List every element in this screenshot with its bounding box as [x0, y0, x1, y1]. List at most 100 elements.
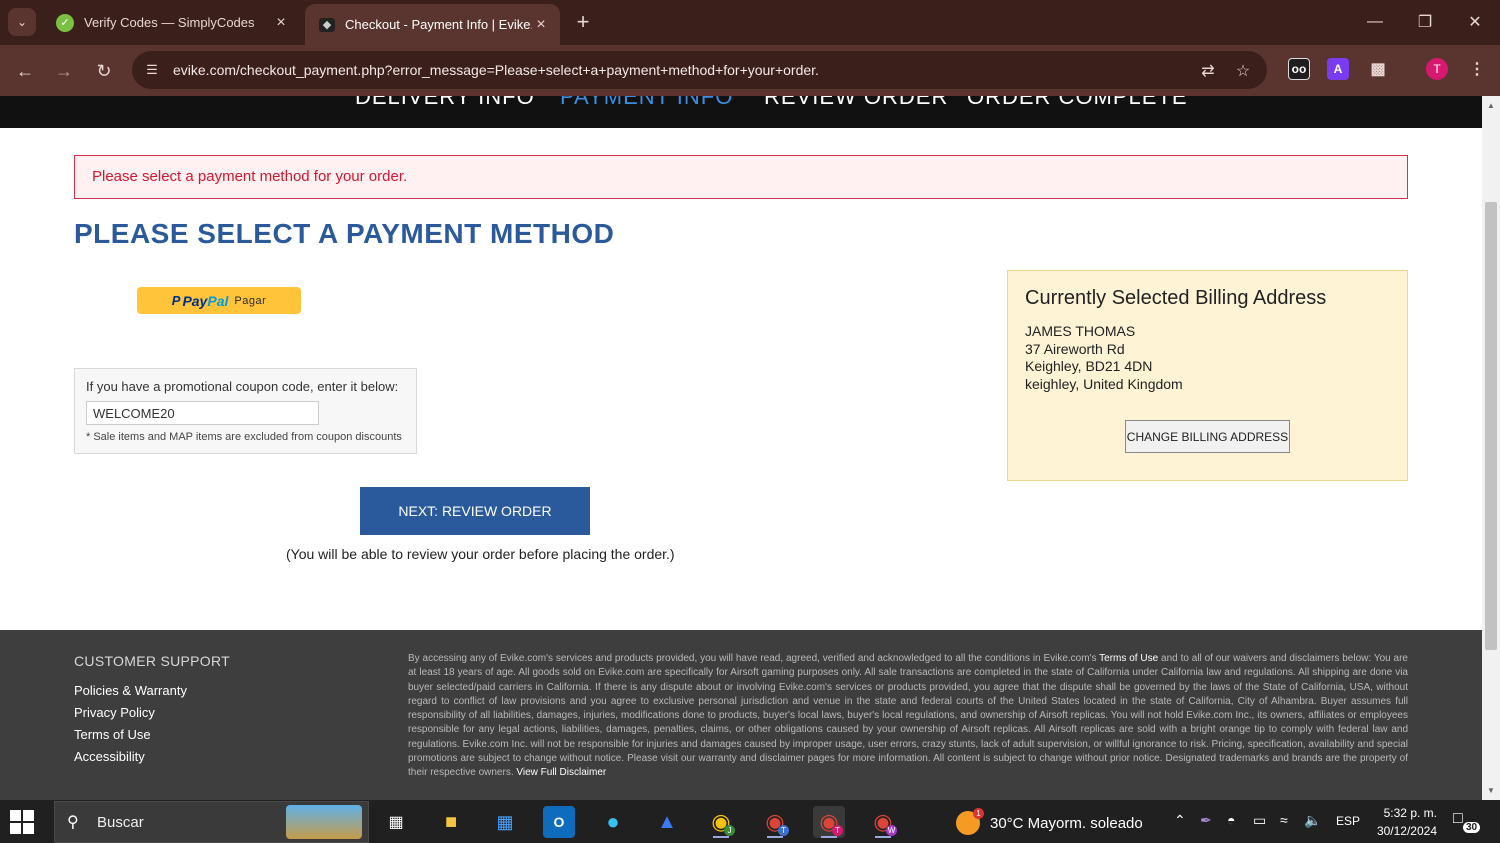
back-arrow-icon[interactable]: ←: [10, 56, 40, 86]
minimize-icon[interactable]: —: [1360, 8, 1390, 36]
outlook-icon[interactable]: O: [543, 806, 575, 838]
scroll-thumb[interactable]: [1485, 202, 1497, 650]
chrome-profile-icon[interactable]: ◉ T: [759, 806, 791, 838]
billing-address-lines: JAMES THOMAS 37 Aireworth Rd Keighley, B…: [1025, 323, 1183, 393]
close-tab-icon[interactable]: ×: [532, 16, 550, 34]
browser-tab-bar: ⌄ ✓ Verify Codes — SimplyCodes × ◆ Check…: [0, 0, 1500, 45]
clock-time: 5:32 p. m.: [1383, 806, 1437, 820]
edge-browser-icon[interactable]: ●: [597, 806, 629, 838]
chrome-profile-icon-active[interactable]: ◉ T: [813, 806, 845, 838]
footer-link-accessibility[interactable]: Accessibility: [74, 746, 187, 768]
disclaimer-terms-link[interactable]: Terms of Use: [1099, 653, 1158, 664]
simplycodes-favicon-icon: ✓: [56, 13, 74, 32]
footer-heading: CUSTOMER SUPPORT: [74, 653, 230, 669]
address-bar[interactable]: ☰ evike.com/checkout_payment.php?error_m…: [132, 51, 1267, 89]
checkout-page: DELIVERY INFO PAYMENT INFO REVIEW ORDER …: [0, 96, 1482, 800]
profile-avatar[interactable]: T: [1426, 58, 1448, 80]
error-message-box: Please select a payment method for your …: [74, 155, 1408, 199]
evike-favicon-icon: ◆: [319, 17, 335, 32]
windows-start-icon[interactable]: [10, 810, 34, 834]
clock-date: 30/12/2024: [1376, 824, 1437, 838]
step-order-complete: ORDER COMPLETE: [967, 96, 1188, 109]
coupon-input[interactable]: [86, 401, 319, 425]
battery-icon[interactable]: ▭: [1253, 812, 1266, 829]
pen-icon[interactable]: ✒: [1200, 812, 1212, 829]
review-note: (You will be able to review your order b…: [286, 546, 675, 562]
billing-name: JAMES THOMAS: [1025, 323, 1136, 339]
browser-tab-simplycodes[interactable]: ✓ Verify Codes — SimplyCodes ×: [42, 4, 300, 41]
menu-kebab-icon[interactable]: ⋮: [1466, 58, 1488, 80]
task-view-icon[interactable]: ▦: [380, 806, 412, 838]
step-review-order: REVIEW ORDER: [764, 96, 949, 109]
show-hidden-icons-chevron-icon[interactable]: ⌃: [1174, 812, 1186, 829]
notifications-icon[interactable]: □: [1453, 810, 1463, 828]
file-explorer-icon[interactable]: ■: [435, 806, 467, 838]
tab-title: Checkout - Payment Info | Evike.com: [345, 17, 532, 32]
taskbar-clock[interactable]: 5:32 p. m. 30/12/2024: [1370, 804, 1437, 840]
footer-link-policies[interactable]: Policies & Warranty: [74, 680, 187, 702]
footer-link-terms[interactable]: Terms of Use: [74, 724, 187, 746]
paypal-logo-icon: P: [171, 293, 181, 308]
taskbar-search-text: Buscar: [97, 814, 144, 831]
weather-widget[interactable]: 1 30°C Mayorm. soleado: [956, 808, 1143, 835]
chrome-profile-icon[interactable]: ◉ W: [867, 806, 899, 838]
step-payment-info: PAYMENT INFO: [560, 96, 734, 109]
reload-icon[interactable]: ↻: [89, 56, 119, 86]
restore-window-icon[interactable]: ❐: [1410, 8, 1440, 36]
scroll-up-icon[interactable]: ▲: [1485, 99, 1497, 111]
billing-address-box: Currently Selected Billing Address JAMES…: [1007, 270, 1408, 481]
wifi-icon[interactable]: ≈: [1280, 812, 1288, 828]
extensions-puzzle-icon[interactable]: ▩: [1367, 58, 1389, 80]
paypal-button[interactable]: P PayPal Pagar: [137, 287, 301, 314]
paypal-button-label: Pagar: [234, 294, 267, 307]
forward-arrow-icon[interactable]: →: [49, 56, 79, 86]
paypal-brand: PayPal: [182, 292, 229, 309]
browser-toolbar: ← → ↻ ☰ evike.com/checkout_payment.php?e…: [0, 45, 1500, 96]
error-message: Please select a payment method for your …: [92, 168, 408, 185]
notification-count-badge: 30: [1463, 822, 1481, 833]
next-review-order-button[interactable]: NEXT: REVIEW ORDER: [360, 487, 590, 535]
new-tab-plus-icon[interactable]: +: [570, 9, 596, 35]
windows-taskbar: ⚲ Buscar ▦ ■ ▦ O ● ▲ ◉ J ◉ T ◉ T ◉ W 1 30°C …: [0, 800, 1500, 843]
url-text[interactable]: evike.com/checkout_payment.php?error_mes…: [173, 62, 819, 78]
translate-icon[interactable]: ⇄: [1197, 60, 1219, 82]
site-footer: CUSTOMER SUPPORT Policies & Warranty Pri…: [0, 630, 1482, 800]
coupon-note: * Sale items and MAP items are excluded …: [86, 431, 402, 443]
billing-street: 37 Aireworth Rd: [1025, 340, 1125, 357]
app-arc-icon[interactable]: ▲: [651, 806, 683, 838]
footer-links: Policies & Warranty Privacy Policy Terms…: [74, 680, 187, 768]
chevron-down-icon: ⌄: [16, 15, 28, 29]
page-title: PLEASE SELECT A PAYMENT METHOD: [74, 218, 615, 249]
input-language[interactable]: ESP: [1336, 814, 1360, 828]
weather-sun-icon: 1: [956, 808, 984, 835]
coupon-box: If you have a promotional coupon code, e…: [74, 368, 417, 454]
step-delivery-info: DELIVERY INFO: [355, 96, 535, 109]
page-scrollbar[interactable]: ▲ ▼: [1482, 96, 1500, 800]
bookmark-star-icon[interactable]: ☆: [1232, 60, 1254, 82]
change-billing-address-button[interactable]: CHANGE BILLING ADDRESS: [1125, 420, 1290, 453]
browser-tab-evike[interactable]: ◆ Checkout - Payment Info | Evike.com ×: [305, 4, 560, 45]
scroll-down-icon[interactable]: ▼: [1485, 784, 1497, 796]
extension-oo-icon[interactable]: oo: [1288, 58, 1310, 80]
meet-now-icon[interactable]: ◓: [1227, 812, 1235, 828]
volume-icon[interactable]: 🔈: [1304, 812, 1321, 829]
footer-link-privacy[interactable]: Privacy Policy: [74, 702, 187, 724]
chrome-profile-icon[interactable]: ◉ J: [705, 806, 737, 838]
tab-search-button[interactable]: ⌄: [8, 8, 36, 36]
billing-country: keighley, United Kingdom: [1025, 375, 1183, 392]
coupon-label: If you have a promotional coupon code, e…: [86, 379, 399, 394]
close-window-icon[interactable]: ✕: [1460, 8, 1490, 36]
close-tab-icon[interactable]: ×: [272, 14, 290, 32]
billing-city: Keighley, BD21 4DN: [1025, 358, 1153, 375]
footer-disclaimer: By accessing any of Evike.com's services…: [408, 653, 1408, 779]
checkout-steps-bar: DELIVERY INFO PAYMENT INFO REVIEW ORDER …: [0, 96, 1482, 128]
taskbar-search-box[interactable]: ⚲ Buscar: [54, 801, 369, 843]
microsoft-store-icon[interactable]: ▦: [489, 806, 521, 838]
billing-title: Currently Selected Billing Address: [1025, 287, 1327, 309]
site-settings-icon[interactable]: ☰: [142, 60, 162, 80]
extension-a-icon[interactable]: A: [1327, 58, 1349, 80]
tab-title: Verify Codes — SimplyCodes: [84, 15, 255, 30]
search-highlight-illustration-icon: [286, 805, 362, 839]
view-full-disclaimer-link[interactable]: View Full Disclaimer: [516, 767, 606, 778]
weather-text: 30°C Mayorm. soleado: [990, 814, 1143, 832]
